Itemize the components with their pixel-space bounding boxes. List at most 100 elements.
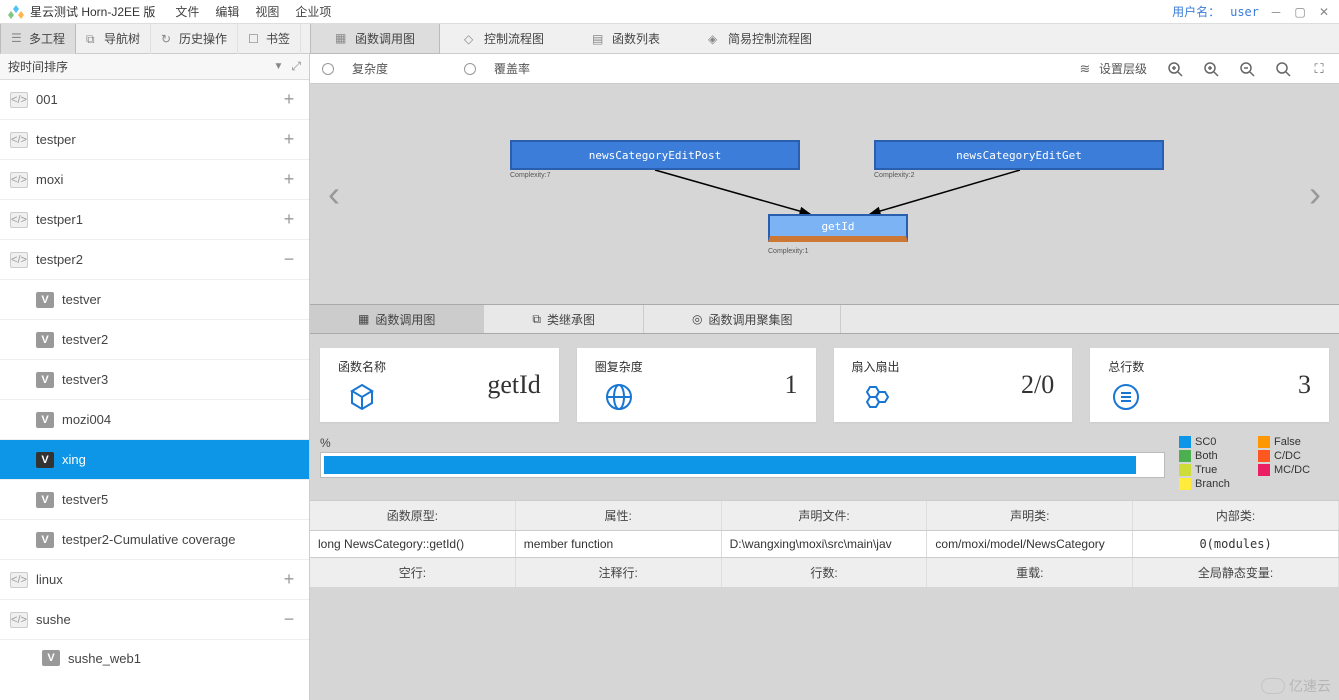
tree-project[interactable]: </>testper2−	[0, 240, 309, 280]
view-toolbar: 复杂度 覆盖率 ≋ 设置层级 ⛶	[310, 54, 1339, 84]
graph-node-2[interactable]: newsCategoryEditGet	[874, 140, 1164, 170]
cloud-icon	[1261, 678, 1285, 694]
tab-cfg[interactable]: ◇控制流程图	[440, 24, 568, 54]
expand-icon[interactable]: +	[279, 129, 299, 150]
td: D:\wangxing\moxi\src\main\jav	[722, 531, 928, 557]
expand-icon[interactable]: −	[279, 249, 299, 270]
tree-project[interactable]: </>001+	[0, 80, 309, 120]
menu-view[interactable]: 视图	[255, 3, 279, 20]
coverage-bar	[320, 452, 1165, 478]
multi-project-label: 多工程	[29, 30, 65, 47]
table-header-2: 空行: 注释行: 行数: 重载: 全局静态变量:	[310, 557, 1339, 587]
sort-dropdown[interactable]: 按时间排序 ▼ ⤢	[0, 54, 309, 80]
close-icon[interactable]: ✕	[1317, 5, 1331, 19]
tab-simple-cfg[interactable]: ◈简易控制流程图	[684, 24, 836, 54]
tab-func-list-label: 函数列表	[612, 30, 660, 47]
dtab-call-graph-label: 函数调用图	[375, 311, 435, 328]
search-icon[interactable]	[1275, 61, 1291, 77]
menu-edit[interactable]: 编辑	[215, 3, 239, 20]
zoom-plus-icon[interactable]	[1203, 61, 1219, 77]
radio-coverage[interactable]	[464, 63, 476, 75]
th: 注释行:	[516, 558, 722, 587]
tree2-icon: ⧉	[532, 312, 541, 327]
expand-icon[interactable]: +	[279, 89, 299, 110]
project-tree[interactable]: </>001+</>testper+</>moxi+</>testper1+</…	[0, 80, 309, 700]
minimize-icon[interactable]: ─	[1269, 5, 1283, 19]
version-icon: V	[36, 532, 54, 548]
username-label: 用户名：	[1172, 3, 1220, 20]
metric-value: getId	[487, 370, 540, 400]
dtab-inheritance[interactable]: ⧉类继承图	[484, 305, 644, 333]
fullscreen-icon[interactable]: ⛶	[1311, 61, 1327, 77]
tree-version[interactable]: Vtestver5	[0, 480, 309, 520]
swatch-icon	[1179, 464, 1191, 476]
sort-label: 按时间排序	[8, 58, 68, 75]
dtab-cluster-label: 函数调用聚集图	[708, 311, 792, 328]
metric-card: 圈复杂度1	[577, 348, 816, 422]
history-label: 历史操作	[179, 30, 227, 47]
graph-canvas[interactable]: ‹ › newsCategoryEditPost Complexity:7 ne…	[310, 84, 1339, 304]
tree-version[interactable]: Vtestver2	[0, 320, 309, 360]
metric-card: 总行数3	[1090, 348, 1329, 422]
nav-tree-button[interactable]: ⧉导航树	[76, 24, 151, 54]
table-header-1: 函数原型: 属性: 声明文件: 声明类: 内部类:	[310, 500, 1339, 530]
layers-label[interactable]: 设置层级	[1099, 60, 1147, 77]
graph-node-3[interactable]: getId	[768, 214, 908, 242]
graph-node-1[interactable]: newsCategoryEditPost	[510, 140, 800, 170]
menu-enterprise[interactable]: 企业项	[295, 3, 331, 20]
metrics-row: 函数名称getId圈复杂度1扇入扇出2/0总行数3	[310, 334, 1339, 436]
swatch-icon	[1258, 464, 1270, 476]
code-icon: </>	[10, 612, 28, 628]
expand-icon[interactable]: −	[279, 609, 299, 630]
expand-icon[interactable]: +	[279, 569, 299, 590]
tree-version[interactable]: Vsushe_web1	[0, 640, 309, 676]
tree-project[interactable]: </>moxi+	[0, 160, 309, 200]
watermark: 亿速云	[1261, 676, 1331, 696]
metric-label: 总行数	[1108, 358, 1144, 375]
tab-call-graph[interactable]: ▦函数调用图	[310, 24, 440, 54]
zoom-out-icon[interactable]	[1239, 61, 1255, 77]
td: com/moxi/model/NewsCategory	[927, 531, 1133, 557]
tree-project[interactable]: </>testper1+	[0, 200, 309, 240]
tree-label: moxi	[36, 172, 279, 187]
menu-file[interactable]: 文件	[175, 3, 199, 20]
tree-version[interactable]: Vxing	[0, 440, 309, 480]
th: 行数:	[722, 558, 928, 587]
th: 内部类:	[1133, 501, 1339, 530]
metric-card: 函数名称getId	[320, 348, 559, 422]
tree-label: 001	[36, 92, 279, 107]
tree-version[interactable]: Vtestver3	[0, 360, 309, 400]
graph-edges	[310, 84, 1339, 304]
tree-version[interactable]: Vmozi004	[0, 400, 309, 440]
tree-project[interactable]: </>testper+	[0, 120, 309, 160]
dtab-call-graph[interactable]: ▦函数调用图	[310, 305, 484, 333]
cluster-icon: ◎	[692, 312, 702, 326]
radio-complexity[interactable]	[322, 63, 334, 75]
tab-func-list[interactable]: ▤ 函数列表	[568, 24, 684, 54]
multi-project-button[interactable]: ☰多工程	[0, 24, 76, 54]
table-row-1: long NewsCategory::getId() member functi…	[310, 530, 1339, 557]
honeycomb-icon	[860, 381, 892, 413]
external-icon[interactable]: ⤢	[291, 59, 301, 74]
layers-icon[interactable]: ≋	[1077, 61, 1093, 77]
legend-item: C/DC	[1258, 450, 1329, 462]
list2-icon: ▤	[592, 32, 606, 46]
nodes-icon	[346, 381, 378, 413]
expand-icon[interactable]: +	[279, 209, 299, 230]
dtab-cluster[interactable]: ◎ 函数调用聚集图	[644, 305, 842, 333]
history-button[interactable]: ↻历史操作	[151, 24, 238, 54]
zoom-in-icon[interactable]	[1167, 61, 1183, 77]
tree-project[interactable]: </>sushe−	[0, 600, 309, 640]
expand-icon[interactable]: +	[279, 169, 299, 190]
tree-project[interactable]: </>linux+	[0, 560, 309, 600]
tree-label: testper1	[36, 212, 279, 227]
th: 属性:	[516, 501, 722, 530]
metric-label: 圈复杂度	[595, 358, 643, 375]
maximize-icon[interactable]: ▢	[1293, 5, 1307, 19]
tree-version[interactable]: Vtestver	[0, 280, 309, 320]
menubar: 文件 编辑 视图 企业项	[175, 3, 331, 20]
tree-version[interactable]: Vtestper2-Cumulative coverage	[0, 520, 309, 560]
tab-simple-cfg-label: 简易控制流程图	[728, 30, 812, 47]
bookmark-button[interactable]: ☐书签	[238, 24, 301, 54]
radio-coverage-label: 覆盖率	[494, 60, 530, 77]
